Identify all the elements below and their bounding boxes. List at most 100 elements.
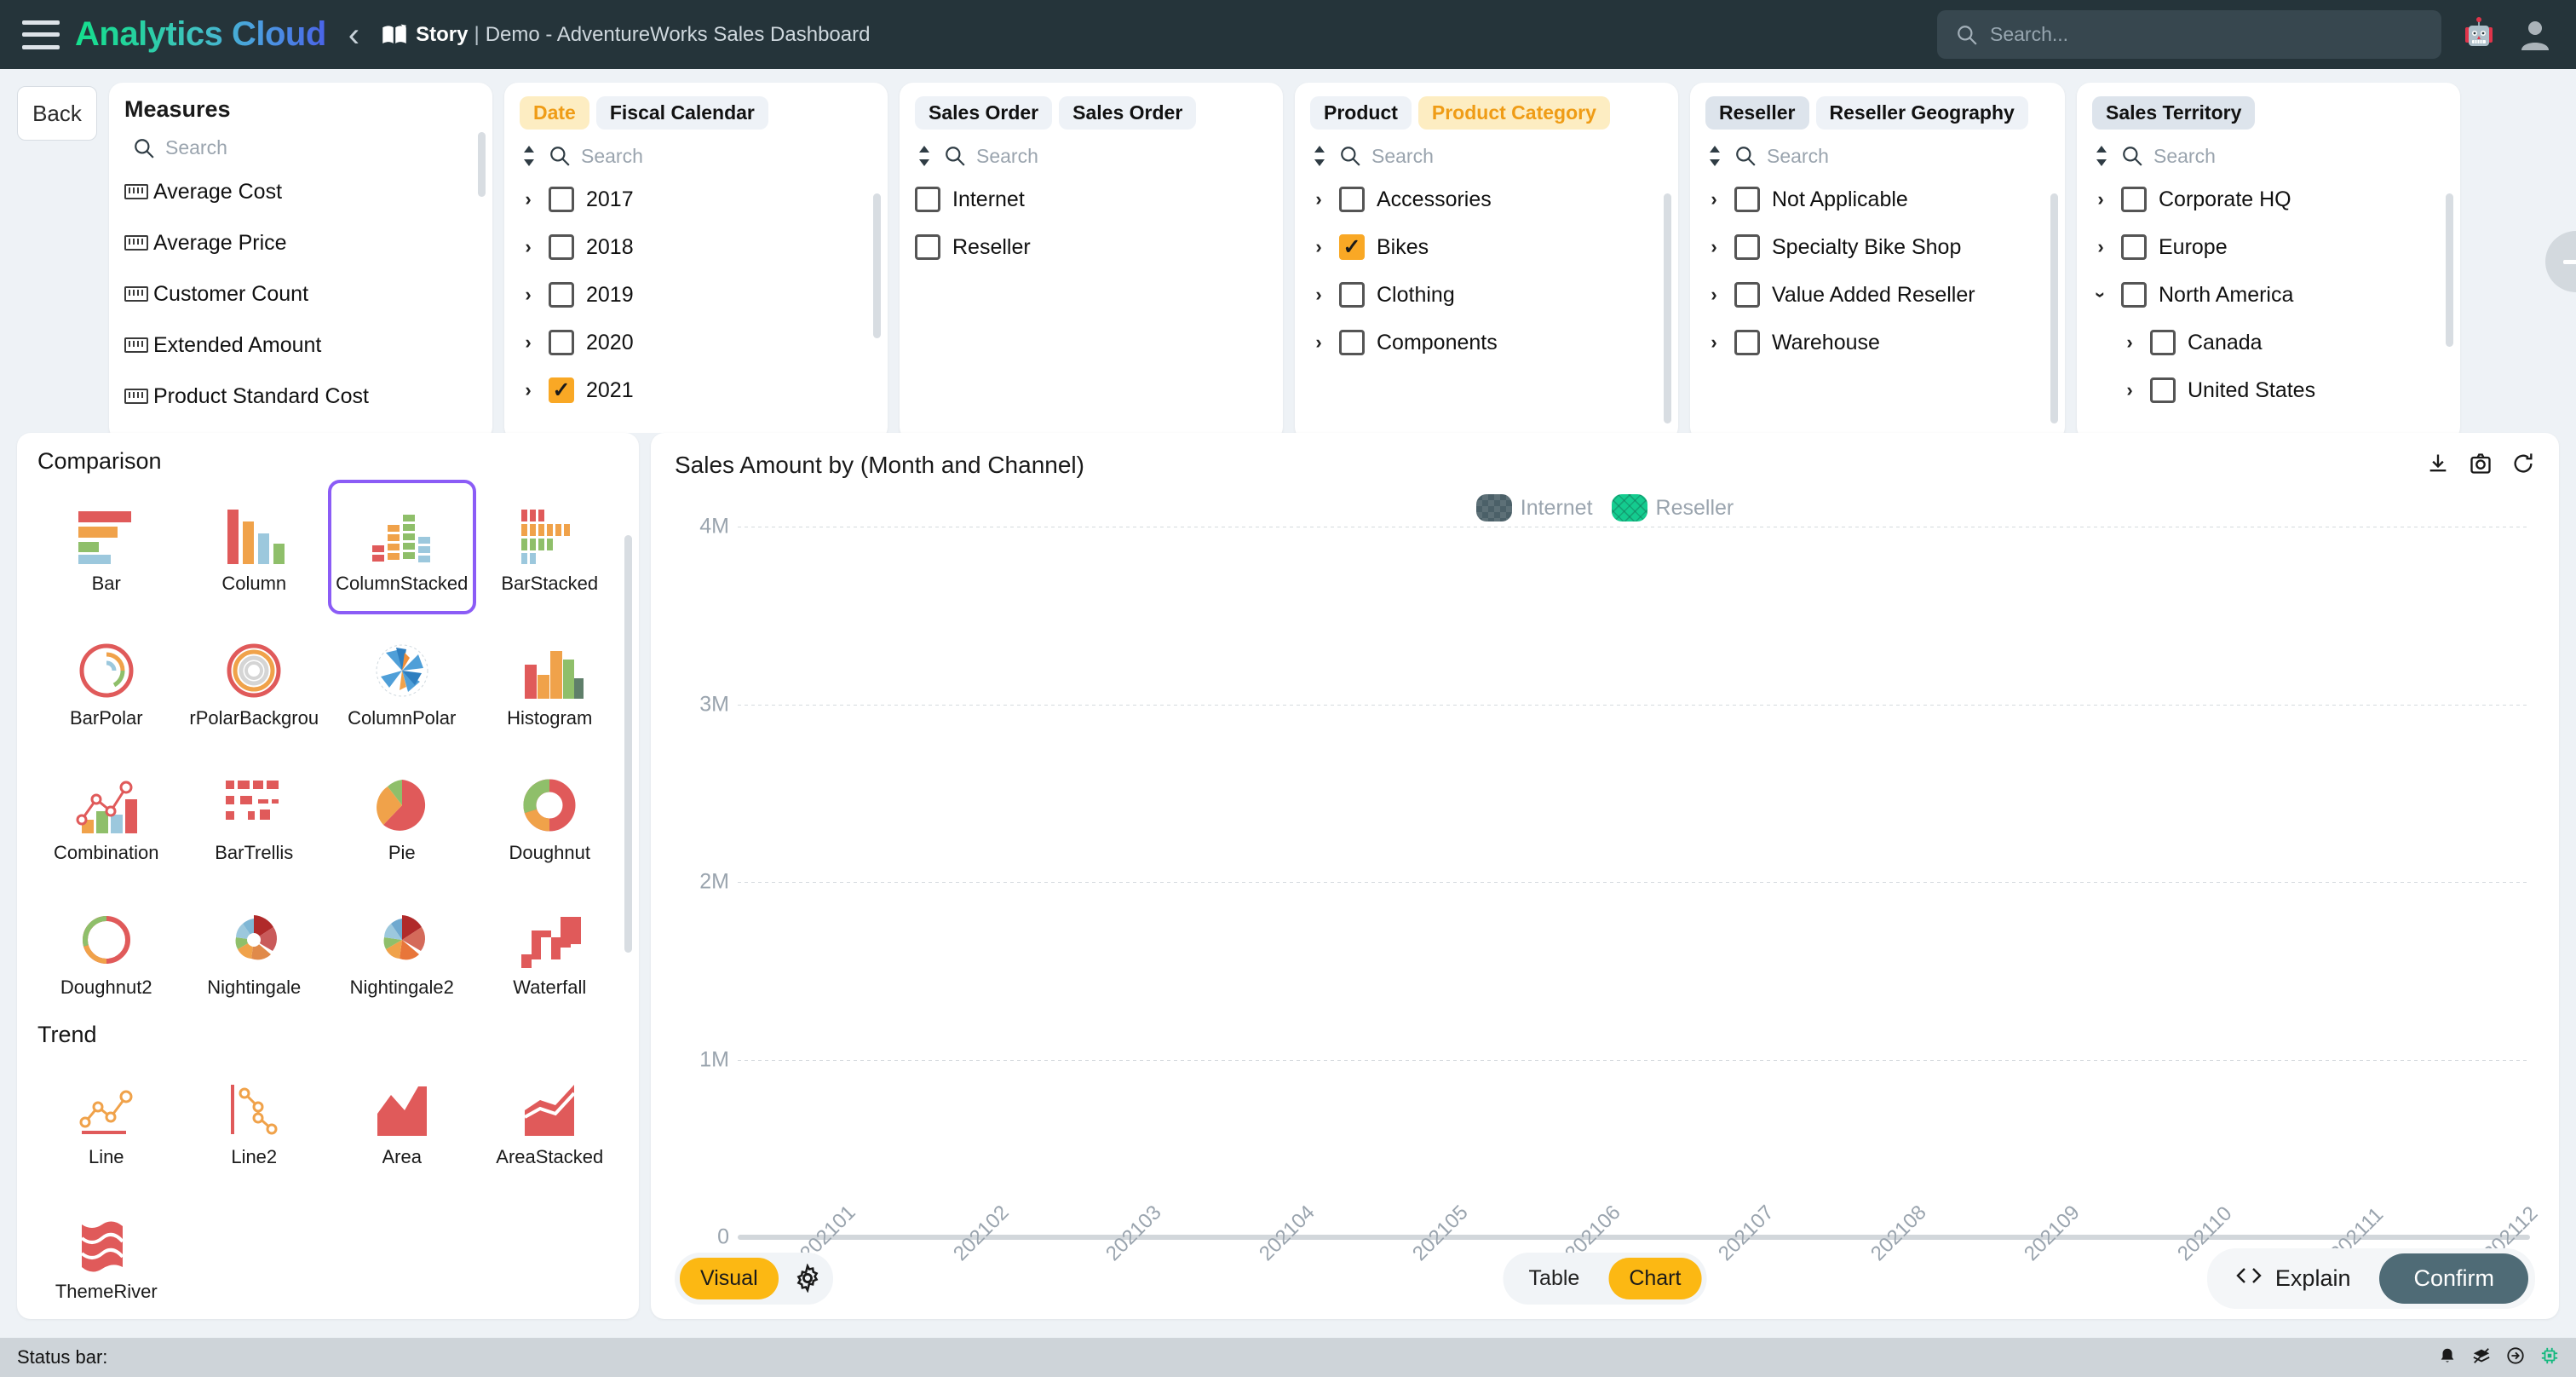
chart-toggle-button[interactable]: Chart bbox=[1608, 1258, 1701, 1299]
date-tab-1[interactable]: Fiscal Calendar bbox=[596, 96, 768, 130]
product-item[interactable]: ›Bikes bbox=[1310, 223, 1663, 271]
date-checkbox[interactable] bbox=[549, 377, 574, 403]
palette-item-nightingale2[interactable]: Nightingale2 bbox=[328, 884, 476, 1018]
sales-territory-checkbox[interactable] bbox=[2121, 282, 2147, 308]
date-checkbox[interactable] bbox=[549, 187, 574, 212]
palette-item-bartrellis[interactable]: BarTrellis bbox=[181, 749, 329, 884]
table-toggle-button[interactable]: Table bbox=[1509, 1258, 1601, 1299]
chevron-right-icon[interactable]: › bbox=[1705, 188, 1722, 210]
chevron-right-icon[interactable]: › bbox=[520, 284, 537, 306]
palette-item-column[interactable]: Column bbox=[181, 480, 329, 614]
global-search-input[interactable]: Search... bbox=[1937, 10, 2441, 59]
measure-item[interactable]: Customer Count bbox=[124, 268, 477, 320]
robot-icon[interactable] bbox=[2460, 16, 2498, 54]
sort-icon[interactable] bbox=[915, 143, 934, 169]
reseller-checkbox[interactable] bbox=[1734, 282, 1760, 308]
sort-icon[interactable] bbox=[2092, 143, 2111, 169]
measure-item[interactable]: Average Price bbox=[124, 217, 477, 268]
chevron-right-icon[interactable]: › bbox=[2092, 188, 2109, 210]
bell-icon[interactable] bbox=[2438, 1346, 2457, 1369]
chevron-right-icon[interactable]: › bbox=[520, 379, 537, 401]
palette-item-histogram[interactable]: Histogram bbox=[476, 614, 624, 749]
sort-icon[interactable] bbox=[520, 143, 538, 169]
product-checkbox[interactable] bbox=[1339, 234, 1365, 260]
chevron-right-icon[interactable]: › bbox=[520, 236, 537, 258]
chevron-right-icon[interactable]: › bbox=[520, 331, 537, 354]
date-checkbox[interactable] bbox=[549, 234, 574, 260]
date-checkbox[interactable] bbox=[549, 330, 574, 355]
palette-item-themeriver[interactable]: ThemeRiver bbox=[32, 1188, 181, 1319]
sales-territory-tab-0[interactable]: Sales Territory bbox=[2092, 96, 2255, 130]
cpu-chip-icon[interactable] bbox=[2540, 1346, 2559, 1369]
product-item[interactable]: ›Accessories bbox=[1310, 176, 1663, 223]
palette-item-columnpolar[interactable]: ColumnPolar bbox=[328, 614, 476, 749]
date-search-row[interactable]: Search bbox=[520, 135, 872, 176]
date-checkbox[interactable] bbox=[549, 282, 574, 308]
sales-order-checkbox[interactable] bbox=[915, 187, 940, 212]
measures-search-row[interactable]: Search bbox=[124, 128, 477, 166]
sales-territory-checkbox[interactable] bbox=[2150, 377, 2176, 403]
chevron-right-icon[interactable]: › bbox=[520, 188, 537, 210]
sales-territory-checkbox[interactable] bbox=[2150, 330, 2176, 355]
reseller-tab-0[interactable]: Reseller bbox=[1705, 96, 1809, 130]
sales-territory-checkbox[interactable] bbox=[2121, 234, 2147, 260]
sort-icon[interactable] bbox=[1705, 143, 1724, 169]
camera-icon[interactable] bbox=[2469, 452, 2493, 480]
date-item[interactable]: ›2017 bbox=[520, 176, 872, 223]
palette-item-rpolarbackgrou[interactable]: rPolarBackgrou bbox=[181, 614, 329, 749]
product-checkbox[interactable] bbox=[1339, 187, 1365, 212]
chevron-right-icon[interactable]: › bbox=[2092, 236, 2109, 258]
explain-button[interactable]: Explain bbox=[2214, 1257, 2372, 1300]
palette-item-doughnut[interactable]: Doughnut bbox=[476, 749, 624, 884]
sales-order-search-row[interactable]: Search bbox=[915, 135, 1268, 176]
chevron-right-icon[interactable]: › bbox=[1310, 331, 1327, 354]
reseller-tab-1[interactable]: Reseller Geography bbox=[1816, 96, 2028, 130]
user-avatar-icon[interactable] bbox=[2516, 16, 2554, 54]
palette-item-area[interactable]: Area bbox=[328, 1053, 476, 1188]
date-item[interactable]: ›2018 bbox=[520, 223, 872, 271]
measure-item[interactable]: Average Cost bbox=[124, 166, 477, 217]
reseller-item[interactable]: ›Value Added Reseller bbox=[1705, 271, 2050, 319]
reseller-item[interactable]: ›Not Applicable bbox=[1705, 176, 2050, 223]
gear-icon[interactable] bbox=[787, 1258, 828, 1299]
palette-item-barpolar[interactable]: BarPolar bbox=[32, 614, 181, 749]
palette-item-nightingale[interactable]: Nightingale bbox=[181, 884, 329, 1018]
sales-order-tab-1[interactable]: Sales Order bbox=[1059, 96, 1196, 130]
palette-item-columnstacked[interactable]: ColumnStacked bbox=[328, 480, 476, 614]
reseller-item[interactable]: ›Warehouse bbox=[1705, 319, 2050, 366]
confirm-button[interactable]: Confirm bbox=[2379, 1253, 2528, 1304]
chevron-right-icon[interactable]: › bbox=[1310, 188, 1327, 210]
product-search-row[interactable]: Search bbox=[1310, 135, 1663, 176]
date-item[interactable]: ›2021 bbox=[520, 366, 872, 414]
chevron-right-icon[interactable]: › bbox=[2121, 379, 2138, 401]
palette-item-areastacked[interactable]: AreaStacked bbox=[476, 1053, 624, 1188]
chevron-right-icon[interactable]: › bbox=[1705, 236, 1722, 258]
sales-order-item[interactable]: Reseller bbox=[915, 223, 1268, 271]
sales-territory-item[interactable]: ›Canada bbox=[2092, 319, 2445, 366]
arrow-circle-icon[interactable] bbox=[2506, 1346, 2525, 1369]
reseller-checkbox[interactable] bbox=[1734, 234, 1760, 260]
sales-order-item[interactable]: Internet bbox=[915, 176, 1268, 223]
palette-item-combination[interactable]: Combination bbox=[32, 749, 181, 884]
product-tab-0[interactable]: Product bbox=[1310, 96, 1412, 130]
product-item[interactable]: ›Clothing bbox=[1310, 271, 1663, 319]
chevron-right-icon[interactable]: › bbox=[1310, 236, 1327, 258]
chevron-down-icon[interactable]: › bbox=[2090, 286, 2112, 303]
reseller-item[interactable]: ›Specialty Bike Shop bbox=[1705, 223, 2050, 271]
sales-order-tab-0[interactable]: Sales Order bbox=[915, 96, 1052, 130]
visual-toggle-button[interactable]: Visual bbox=[680, 1258, 779, 1299]
palette-item-line2[interactable]: Line2 bbox=[181, 1053, 329, 1188]
product-item[interactable]: ›Components bbox=[1310, 319, 1663, 366]
sales-territory-item[interactable]: ›North America bbox=[2092, 271, 2445, 319]
palette-item-barstacked[interactable]: BarStacked bbox=[476, 480, 624, 614]
legend-item[interactable]: Internet bbox=[1476, 494, 1593, 521]
chevron-right-icon[interactable]: › bbox=[1705, 331, 1722, 354]
palette-item-doughnut2[interactable]: Doughnut2 bbox=[32, 884, 181, 1018]
sales-territory-search-row[interactable]: Search bbox=[2092, 135, 2445, 176]
date-item[interactable]: ›2020 bbox=[520, 319, 872, 366]
reseller-scrollbar[interactable] bbox=[2050, 193, 2058, 423]
reseller-checkbox[interactable] bbox=[1734, 187, 1760, 212]
hamburger-icon[interactable] bbox=[22, 20, 60, 49]
sales-territory-scrollbar[interactable] bbox=[2446, 193, 2453, 347]
product-tab-1[interactable]: Product Category bbox=[1418, 96, 1610, 130]
